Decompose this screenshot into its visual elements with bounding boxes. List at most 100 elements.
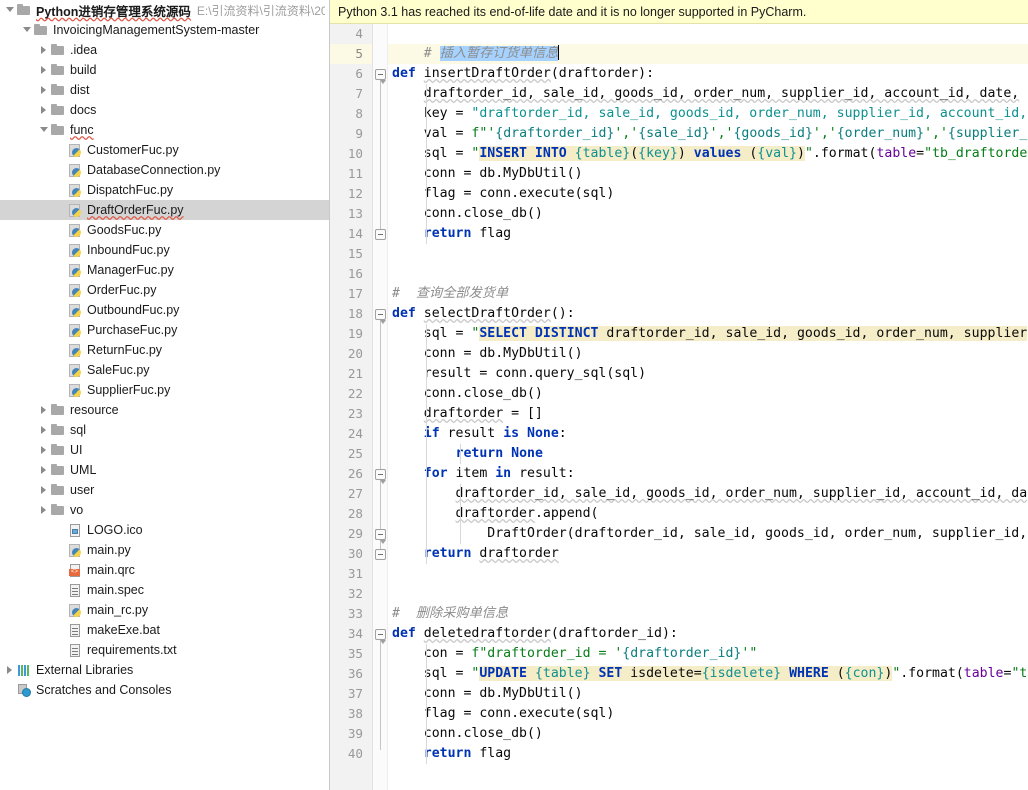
project-tree[interactable]: Python进销存管理系统源码 E:\引流资料\引流资料\20 InvoicingM… xyxy=(0,0,329,700)
code-line[interactable]: return draftorder xyxy=(388,544,1028,564)
line-number[interactable]: 5 xyxy=(330,44,372,64)
tree-item-invoicingmanagementsystem-master[interactable]: InvoicingManagementSystem-master xyxy=(0,20,329,40)
chevron-right-icon[interactable] xyxy=(38,440,50,460)
code-line[interactable]: def insertDraftOrder(draftorder): xyxy=(388,64,1028,84)
code-line[interactable]: conn.close_db() xyxy=(388,724,1028,744)
tree-item-func[interactable]: func xyxy=(0,120,329,140)
code-line[interactable]: draftorder.append( xyxy=(388,504,1028,524)
line-number[interactable]: 16 xyxy=(330,264,372,284)
tree-item-main.py[interactable]: main.py xyxy=(0,540,329,560)
code-content[interactable]: # 插入暂存订货单信息 def insertDraftOrder(draftord… xyxy=(388,24,1028,790)
tree-item-main.qrc[interactable]: main.qrc xyxy=(0,560,329,580)
fold-end-icon[interactable] xyxy=(375,549,386,560)
code-line[interactable]: return flag xyxy=(388,744,1028,764)
chevron-right-icon[interactable] xyxy=(38,40,50,60)
line-number[interactable]: 22 xyxy=(330,384,372,404)
tree-item-uml[interactable]: UML xyxy=(0,460,329,480)
line-number[interactable]: 33 xyxy=(330,604,372,624)
code-line[interactable]: sql = "UPDATE {table} SET isdelete={isde… xyxy=(388,664,1028,684)
code-line[interactable]: DraftOrder(draftorder_id, sale_id, goods… xyxy=(388,524,1028,544)
tree-item-external-libraries[interactable]: External Libraries xyxy=(0,660,329,680)
line-number[interactable]: 11 xyxy=(330,164,372,184)
code-line[interactable]: con = f"draftorder_id = '{draftorder_id}… xyxy=(388,644,1028,664)
line-number[interactable]: 8 xyxy=(330,104,372,124)
tree-item-returnfuc.py[interactable]: ReturnFuc.py xyxy=(0,340,329,360)
tree-item-inboundfuc.py[interactable]: InboundFuc.py xyxy=(0,240,329,260)
chevron-right-icon[interactable] xyxy=(38,480,50,500)
code-line[interactable]: val = f"'{draftorder_id}','{sale_id}','{… xyxy=(388,124,1028,144)
code-line[interactable]: # 查询全部发货单 xyxy=(388,284,1028,304)
chevron-down-icon[interactable] xyxy=(21,20,33,40)
code-line[interactable] xyxy=(388,24,1028,44)
line-number[interactable]: 12 xyxy=(330,184,372,204)
tree-item-dist[interactable]: dist xyxy=(0,80,329,100)
code-line[interactable]: return None xyxy=(388,444,1028,464)
tree-item-managerfuc.py[interactable]: ManagerFuc.py xyxy=(0,260,329,280)
tree-item-outboundfuc.py[interactable]: OutboundFuc.py xyxy=(0,300,329,320)
fold-collapse-icon[interactable] xyxy=(375,69,386,84)
code-line[interactable]: if result is None: xyxy=(388,424,1028,444)
line-number[interactable]: 37 xyxy=(330,684,372,704)
chevron-right-icon[interactable] xyxy=(4,660,16,680)
line-number[interactable]: 26 xyxy=(330,464,372,484)
line-number[interactable]: 20 xyxy=(330,344,372,364)
tree-item-resource[interactable]: resource xyxy=(0,400,329,420)
line-number[interactable]: 9 xyxy=(330,124,372,144)
code-line[interactable] xyxy=(388,564,1028,584)
fold-end-icon[interactable] xyxy=(375,529,386,540)
chevron-down-icon[interactable] xyxy=(38,120,50,140)
tree-item-logo.ico[interactable]: LOGO.ico xyxy=(0,520,329,540)
fold-collapse-icon[interactable] xyxy=(375,629,386,644)
tree-item-salefuc.py[interactable]: SaleFuc.py xyxy=(0,360,329,380)
tree-item-makeexe.bat[interactable]: makeExe.bat xyxy=(0,620,329,640)
line-number[interactable]: 35 xyxy=(330,644,372,664)
line-number[interactable]: 23 xyxy=(330,404,372,424)
line-number[interactable]: 27 xyxy=(330,484,372,504)
code-line[interactable]: sql = "INSERT INTO {table}({key}) values… xyxy=(388,144,1028,164)
line-number[interactable]: 28 xyxy=(330,504,372,524)
line-number[interactable]: 6 xyxy=(330,64,372,84)
tree-item-main.spec[interactable]: main.spec xyxy=(0,580,329,600)
project-tree-panel[interactable]: Python进销存管理系统源码 E:\引流资料\引流资料\20 InvoicingM… xyxy=(0,0,330,790)
tree-item-orderfuc.py[interactable]: OrderFuc.py xyxy=(0,280,329,300)
line-number[interactable]: 39 xyxy=(330,724,372,744)
code-line[interactable] xyxy=(388,584,1028,604)
code-editor-area[interactable]: 4 5 6 7 8 9 10 11 12 13 14 15 16 17 18 19 20 21 22 23 24 25 26… xyxy=(330,24,1028,790)
tree-item-supplierfuc.py[interactable]: SupplierFuc.py xyxy=(0,380,329,400)
line-number[interactable]: 13 xyxy=(330,204,372,224)
line-number[interactable]: 31 xyxy=(330,564,372,584)
chevron-right-icon[interactable] xyxy=(38,500,50,520)
line-number[interactable]: 14 xyxy=(330,224,372,244)
tree-item-databaseconnection.py[interactable]: DatabaseConnection.py xyxy=(0,160,329,180)
line-number[interactable]: 24 xyxy=(330,424,372,444)
line-number[interactable]: 30 xyxy=(330,544,372,564)
line-number[interactable]: 40 xyxy=(330,744,372,764)
line-number-gutter[interactable]: 4 5 6 7 8 9 10 11 12 13 14 15 16 17 18 19 20 21 22 23 24 25 26… xyxy=(330,24,373,790)
line-number[interactable]: 32 xyxy=(330,584,372,604)
line-number[interactable]: 7 xyxy=(330,84,372,104)
code-line[interactable]: for item in result: xyxy=(388,464,1028,484)
code-line[interactable]: conn = db.MyDbUtil() xyxy=(388,344,1028,364)
code-line[interactable] xyxy=(388,244,1028,264)
code-fold-gutter[interactable] xyxy=(373,24,388,790)
chevron-down-icon[interactable] xyxy=(4,0,16,20)
line-number[interactable]: 34 xyxy=(330,624,372,644)
code-line[interactable]: draftorder_id, sale_id, goods_id, order_… xyxy=(388,484,1028,504)
code-line[interactable]: flag = conn.execute(sql) xyxy=(388,704,1028,724)
fold-collapse-icon[interactable] xyxy=(375,469,386,484)
tree-item-docs[interactable]: docs xyxy=(0,100,329,120)
fold-collapse-icon[interactable] xyxy=(375,309,386,324)
code-line[interactable]: sql = "SELECT DISTINCT draftorder_id, sa… xyxy=(388,324,1028,344)
code-line[interactable] xyxy=(388,264,1028,284)
tree-item-ui[interactable]: UI xyxy=(0,440,329,460)
tree-item-goodsfuc.py[interactable]: GoodsFuc.py xyxy=(0,220,329,240)
tree-item-.idea[interactable]: .idea xyxy=(0,40,329,60)
line-number[interactable]: 10 xyxy=(330,144,372,164)
tree-item-build[interactable]: build xyxy=(0,60,329,80)
line-number[interactable]: 17 xyxy=(330,284,372,304)
code-line[interactable]: # 插入暂存订货单信息 xyxy=(388,44,1028,64)
code-line[interactable]: result = conn.query_sql(sql) xyxy=(388,364,1028,384)
code-line[interactable]: key = "draftorder_id, sale_id, goods_id,… xyxy=(388,104,1028,124)
code-line[interactable]: # 删除采购单信息 xyxy=(388,604,1028,624)
code-line[interactable]: conn.close_db() xyxy=(388,384,1028,404)
